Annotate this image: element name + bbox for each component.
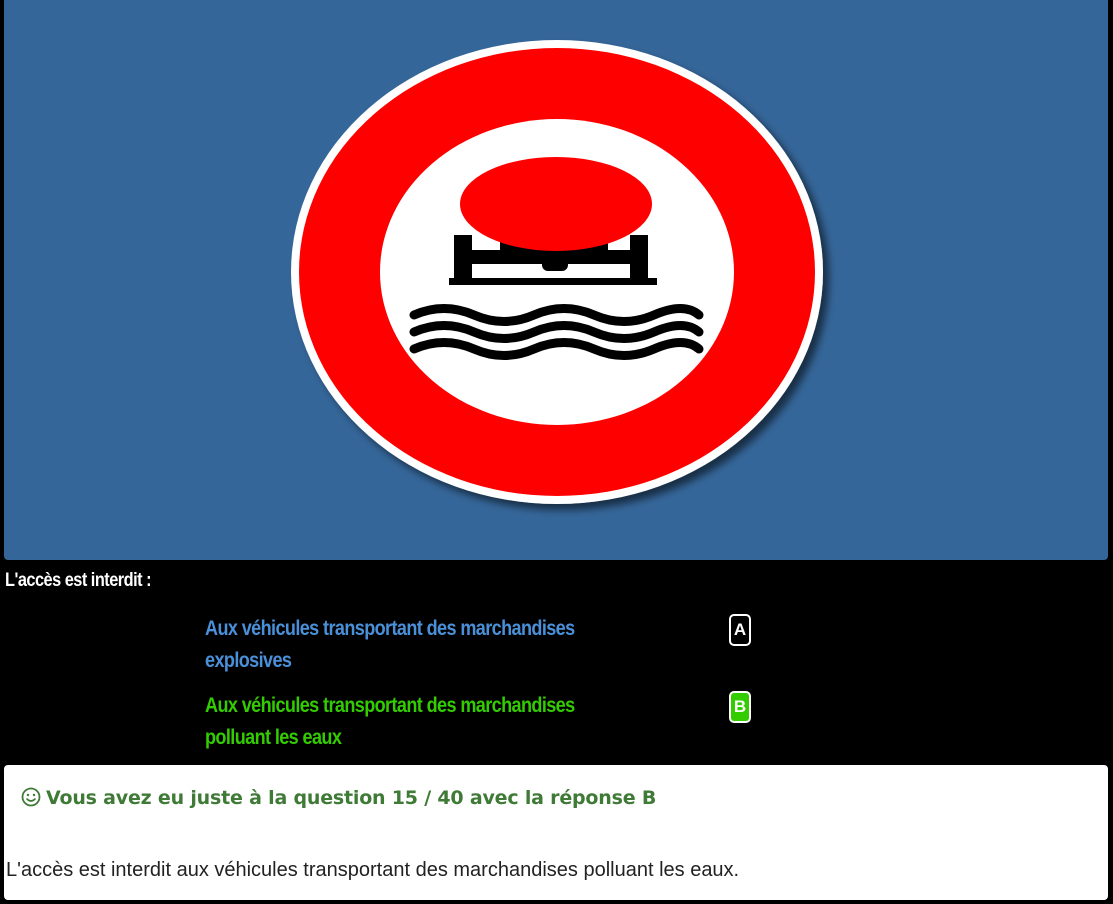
road-sign-illustration [291,40,823,504]
explanation-text: L'accès est interdit aux véhicules trans… [6,859,740,881]
question-image [4,0,1108,560]
answer-b-text[interactable]: Aux véhicules transportant des marchandi… [205,690,601,754]
answer-a-text[interactable]: Aux véhicules transportant des marchandi… [205,613,601,677]
quiz-page: L'accès est interdit : Aux véhicules tra… [0,0,1113,904]
question-text: L'accès est interdit : [5,570,152,591]
answer-a-button[interactable]: A [729,614,751,646]
result-panel: Vous avez eu juste à la question 15 / 40… [4,765,1108,900]
result-title-text: Vous avez eu juste à la question 15 / 40… [46,787,657,809]
prohibition-sign [291,40,823,504]
answer-b-button[interactable]: B [729,691,751,723]
smile-icon [21,787,41,807]
result-title: Vous avez eu juste à la question 15 / 40… [21,787,656,809]
